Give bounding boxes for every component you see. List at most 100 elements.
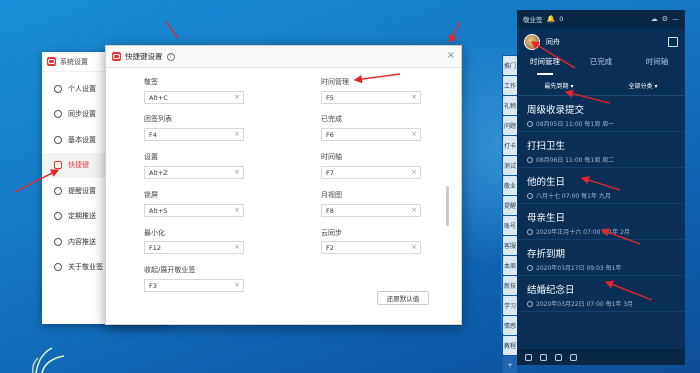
nav-label: 内容推送 xyxy=(68,237,96,246)
list-item[interactable]: 他的生日 八月十七 07:00 每1年 九月 xyxy=(517,168,685,204)
settings-icon[interactable]: ⚙ xyxy=(662,15,668,23)
shortcut-input-jingqian[interactable]: Alt+C × xyxy=(144,91,244,104)
item-title: 周级收录提交 xyxy=(527,105,585,116)
minimize-icon[interactable]: — xyxy=(672,15,679,23)
clear-icon[interactable]: × xyxy=(411,130,417,138)
strip-tab[interactable]: 测试 xyxy=(503,156,517,175)
sort-dropdown[interactable]: 最先到期 ▾ xyxy=(545,81,574,90)
strip-tab[interactable]: 本周 xyxy=(503,256,517,275)
clear-icon[interactable]: × xyxy=(411,93,417,101)
clear-icon[interactable]: × xyxy=(411,243,417,251)
strip-tab[interactable]: 客服 xyxy=(503,236,517,255)
shortcut-value: Alt+C xyxy=(149,93,168,102)
note-icon[interactable] xyxy=(570,353,577,361)
clear-icon[interactable]: × xyxy=(234,93,240,101)
arrow-to-title xyxy=(165,21,179,39)
strip-tab[interactable]: 教程 xyxy=(503,336,517,355)
strip-tab[interactable]: 新技 xyxy=(503,276,517,295)
strip-tab[interactable]: 问题 xyxy=(503,116,517,135)
shortcut-input-minimize[interactable]: F12 × xyxy=(144,241,244,254)
shortcut-value: F12 xyxy=(149,243,162,252)
clock-icon xyxy=(527,228,533,235)
field-label: 敬签 xyxy=(144,78,158,86)
list-item[interactable]: 存折到期 2020年03月17日 09:03 每1年 xyxy=(517,240,685,276)
dialog-scrollbar[interactable] xyxy=(446,186,449,226)
cloud-icon[interactable]: ☁ xyxy=(651,15,658,23)
shortcut-value: F8 xyxy=(326,206,334,215)
filter-row: 最先到期 ▾ 全部分类 ▾ xyxy=(517,76,685,96)
app-logo-icon xyxy=(47,57,56,66)
field-label: 月视图 xyxy=(321,191,342,199)
shortcut-input-timeline[interactable]: F7 × xyxy=(321,166,421,179)
clear-icon[interactable]: × xyxy=(234,130,240,138)
list-item[interactable]: 母亲生日 2020年正月十六 07:00 每1年 2月 xyxy=(517,204,685,240)
clear-icon[interactable]: × xyxy=(234,281,240,289)
add-category-button[interactable]: + xyxy=(503,356,517,373)
item-title: 存折到期 xyxy=(527,249,566,260)
shortcut-input-toggle[interactable]: F3 × xyxy=(144,279,244,292)
item-title: 结婚纪念日 xyxy=(527,285,575,296)
strip-tab[interactable]: 推门 xyxy=(503,56,517,75)
field-label: 时间管理 xyxy=(321,78,349,86)
list-item[interactable]: 结婚纪念日 2020年03月22日 07:00 每1年 3月 xyxy=(517,276,685,312)
main-panel: 敬业签 🔔 0 ☁ ⚙ — 同舟 时间管理 已完成 时间轴 最先到期 ▾ 全部分… xyxy=(517,10,685,365)
item-title: 他的生日 xyxy=(527,177,566,188)
strip-tab[interactable]: 情感 xyxy=(503,316,517,335)
shortcut-input-completed[interactable]: F6 × xyxy=(321,128,421,141)
search-icon[interactable] xyxy=(540,353,547,361)
item-schedule: 08月05日 11:00 每1周 周一 xyxy=(536,121,615,128)
bell-icon xyxy=(54,186,62,195)
item-meta: 08月05日 11:00 每1周 周一 xyxy=(527,119,677,128)
shortcut-input-team-list[interactable]: F4 × xyxy=(144,128,244,141)
nav-label: 同步设置 xyxy=(68,110,96,119)
keyboard-icon xyxy=(54,161,62,170)
clock-icon xyxy=(527,300,533,307)
strip-tab[interactable]: 打卡 xyxy=(503,136,517,155)
shortcut-input-settings[interactable]: Alt+Z × xyxy=(144,166,244,179)
shortcut-input-lock[interactable]: Alt+S × xyxy=(144,204,244,217)
nav-label: 定期推送 xyxy=(68,212,96,221)
strip-tab[interactable]: 提醒 xyxy=(503,196,517,215)
strip-tab[interactable]: 礼物 xyxy=(503,96,517,115)
nav-label: 基本设置 xyxy=(68,135,96,144)
list-item[interactable]: 打扫卫生 08月06日 11:00 每1周 周二 xyxy=(517,132,685,168)
avatar[interactable] xyxy=(524,34,540,50)
strip-tab[interactable]: 账号 xyxy=(503,216,517,235)
shortcut-value: Alt+S xyxy=(149,206,168,215)
app-name: 敬业签 xyxy=(523,16,543,24)
shortcut-input-time-mgmt[interactable]: F5 × xyxy=(321,91,421,104)
calendar-icon[interactable] xyxy=(668,37,678,47)
tab-time-management[interactable]: 时间管理 xyxy=(517,56,573,75)
shortcut-input-cloud-sync[interactable]: F2 × xyxy=(321,241,421,254)
clear-icon[interactable]: × xyxy=(411,168,417,176)
clear-icon[interactable]: × xyxy=(234,206,240,214)
category-label: 全部分类 xyxy=(628,83,653,90)
item-schedule: 八月十七 07:00 每1年 九月 xyxy=(536,193,611,200)
push-icon xyxy=(54,237,62,246)
close-icon[interactable]: × xyxy=(447,50,455,61)
field-label: 时间轴 xyxy=(321,153,342,161)
reset-defaults-button[interactable]: 还原默认值 xyxy=(377,291,429,305)
nav-label: 提醒设置 xyxy=(68,186,96,195)
item-meta: 2020年正月十六 07:00 每1年 2月 xyxy=(527,227,677,236)
strip-tab[interactable]: 敬业 xyxy=(503,176,517,195)
help-icon[interactable]: ? xyxy=(166,52,175,61)
nav-label: 个人设置 xyxy=(68,84,96,93)
clear-icon[interactable]: × xyxy=(234,168,240,176)
strip-tab[interactable]: 学习 xyxy=(503,296,517,315)
people-icon[interactable] xyxy=(525,353,532,361)
bell-icon[interactable]: 🔔 xyxy=(547,15,556,23)
clear-icon[interactable]: × xyxy=(234,243,240,251)
chat-icon[interactable] xyxy=(555,353,562,361)
shortcut-value: F6 xyxy=(326,130,334,139)
tab-completed[interactable]: 已完成 xyxy=(573,56,629,72)
shortcut-input-month-view[interactable]: F8 × xyxy=(321,204,421,217)
strip-tab[interactable]: 工作 xyxy=(503,76,517,95)
item-schedule: 2020年03月22日 07:00 每1年 3月 xyxy=(536,301,634,308)
tab-timeline[interactable]: 时间轴 xyxy=(629,56,685,72)
clear-icon[interactable]: × xyxy=(411,206,417,214)
list-item[interactable]: 周级收录提交 08月05日 11:00 每1周 周一 xyxy=(517,96,685,132)
shortcut-value: F7 xyxy=(326,168,334,177)
category-dropdown[interactable]: 全部分类 ▾ xyxy=(629,81,658,90)
field-label: 设置 xyxy=(144,153,158,161)
